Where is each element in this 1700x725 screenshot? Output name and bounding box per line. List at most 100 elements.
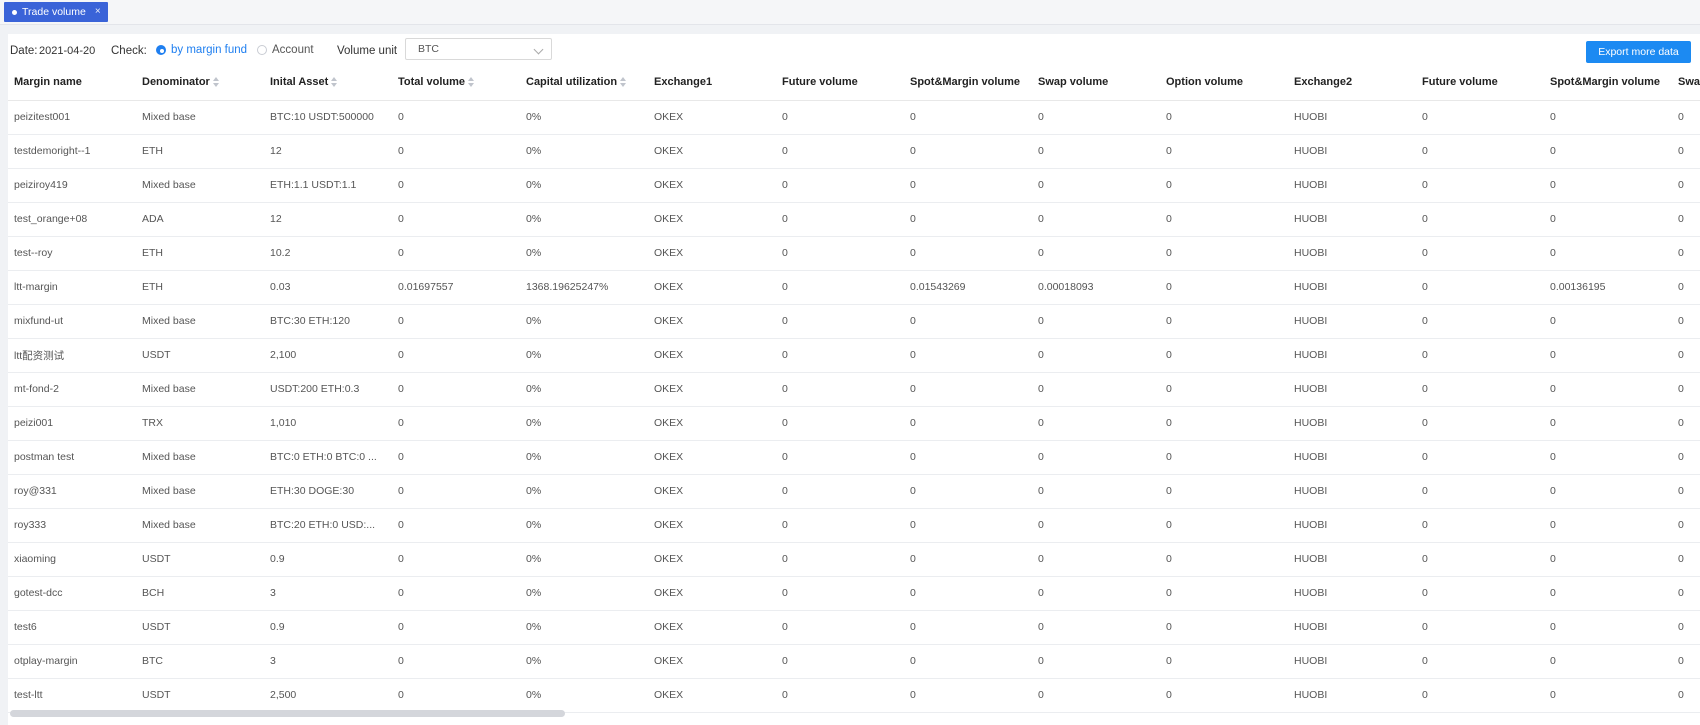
table-cell: 0 bbox=[1544, 576, 1672, 611]
volume-unit-select[interactable]: BTC bbox=[405, 38, 552, 60]
table-cell: 0% bbox=[520, 202, 648, 237]
tab-active-dot bbox=[12, 9, 17, 15]
table-cell: 0 bbox=[904, 644, 1032, 679]
check-label: Check: bbox=[111, 45, 147, 57]
column-header[interactable]: Inital Asset bbox=[264, 65, 392, 101]
table-cell: 0 bbox=[904, 610, 1032, 645]
table-cell: 0 bbox=[904, 440, 1032, 475]
table-cell: 0 bbox=[392, 338, 520, 373]
table-cell: 0 bbox=[1416, 678, 1544, 713]
column-header-label: Total volume bbox=[398, 76, 466, 89]
table-cell: 0 bbox=[1160, 678, 1288, 713]
table-cell: 0 bbox=[1672, 440, 1700, 475]
tab-bar: Trade volume × bbox=[0, 0, 1700, 25]
table-cell: 0 bbox=[1416, 440, 1544, 475]
column-header-label: Spot&Margin volume bbox=[910, 76, 1021, 89]
table-cell: 0 bbox=[1544, 542, 1672, 577]
table-cell: 0 bbox=[776, 542, 904, 577]
table-cell: 0.00136195 bbox=[1544, 270, 1672, 305]
table-row: postman test Mixed base BTC:0 ETH:0 BTC:0 … bbox=[8, 440, 1700, 475]
sort-icon[interactable] bbox=[468, 77, 475, 88]
table-cell: 0 bbox=[1032, 134, 1160, 169]
table-cell: 0 bbox=[1160, 542, 1288, 577]
column-header[interactable]: Total volume bbox=[392, 65, 520, 101]
table-cell: roy@331 bbox=[8, 474, 136, 509]
table-cell: 0.01697557 bbox=[392, 270, 520, 305]
radio-by-margin-fund[interactable]: by margin fund bbox=[156, 44, 247, 56]
table-cell: OKEX bbox=[648, 474, 776, 509]
horizontal-scrollbar[interactable] bbox=[10, 710, 565, 717]
table-cell: 0 bbox=[1032, 406, 1160, 441]
table-cell: 0% bbox=[520, 440, 648, 475]
main-panel: Date: 2021-04-20 Check: by margin fund A… bbox=[8, 34, 1700, 725]
table-cell: 0 bbox=[1416, 508, 1544, 543]
column-header-label: Future volume bbox=[1422, 76, 1498, 89]
table-cell: 0% bbox=[520, 474, 648, 509]
column-header-label: Margin name bbox=[14, 76, 82, 89]
sort-icon[interactable] bbox=[331, 77, 338, 88]
table-cell: ETH bbox=[136, 270, 264, 305]
table-cell: xiaoming bbox=[8, 542, 136, 577]
table-cell: 0 bbox=[1672, 406, 1700, 441]
table-cell: 0.01543269 bbox=[904, 270, 1032, 305]
table-cell: ltt配资测试 bbox=[8, 338, 136, 373]
export-button[interactable]: Export more data bbox=[1586, 41, 1691, 63]
table-cell: 0 bbox=[1032, 202, 1160, 237]
table-cell: HUOBI bbox=[1288, 406, 1416, 441]
column-header-label: Swap volume bbox=[1678, 76, 1700, 89]
table-cell: 0 bbox=[776, 474, 904, 509]
table-cell: 0 bbox=[1544, 338, 1672, 373]
table-cell: testdemoright--1 bbox=[8, 134, 136, 169]
column-header: Spot&Margin volume bbox=[1544, 65, 1672, 101]
table-row: peizitest001 Mixed base BTC:10 USDT:500000… bbox=[8, 100, 1700, 135]
table-cell: BTC:10 USDT:500000 bbox=[264, 100, 392, 135]
column-header-label: Capital utilization bbox=[526, 76, 618, 89]
date-label: Date: bbox=[10, 45, 38, 57]
table-cell: 0 bbox=[392, 474, 520, 509]
table-cell: test-ltt bbox=[8, 678, 136, 713]
table-cell: 1,010 bbox=[264, 406, 392, 441]
table-cell: 0.9 bbox=[264, 542, 392, 577]
table-cell: USDT bbox=[136, 542, 264, 577]
table-cell: OKEX bbox=[648, 270, 776, 305]
table-cell: 2,100 bbox=[264, 338, 392, 373]
table-cell: OKEX bbox=[648, 202, 776, 237]
table-cell: Mixed base bbox=[136, 304, 264, 339]
table-cell: 0 bbox=[392, 236, 520, 271]
table-cell: 0 bbox=[1032, 576, 1160, 611]
tab-trade-volume[interactable]: Trade volume × bbox=[4, 2, 108, 22]
radio-account[interactable]: Account bbox=[257, 44, 314, 56]
close-icon[interactable]: × bbox=[95, 2, 101, 22]
table-cell: 0 bbox=[1416, 644, 1544, 679]
sort-icon[interactable] bbox=[212, 77, 219, 88]
column-header[interactable]: Capital utilization bbox=[520, 65, 648, 101]
column-header-label: Exchange2 bbox=[1294, 76, 1353, 89]
column-header: Option volume bbox=[1160, 65, 1288, 101]
table-cell: OKEX bbox=[648, 576, 776, 611]
table-cell: OKEX bbox=[648, 678, 776, 713]
table-cell: 0 bbox=[1416, 406, 1544, 441]
table-cell: 0 bbox=[1160, 134, 1288, 169]
date-value[interactable]: 2021-04-20 bbox=[39, 45, 95, 57]
table-cell: 0 bbox=[904, 542, 1032, 577]
table-cell: 10.2 bbox=[264, 236, 392, 271]
table-cell: 0 bbox=[1672, 202, 1700, 237]
sort-icon[interactable] bbox=[620, 77, 627, 88]
table-cell: Mixed base bbox=[136, 168, 264, 203]
table-cell: 0 bbox=[904, 134, 1032, 169]
radio-label: Account bbox=[272, 44, 314, 56]
table-cell: 0 bbox=[1416, 270, 1544, 305]
table-cell: 0% bbox=[520, 576, 648, 611]
table-header-row: Margin name Denominator Inital Asset Total … bbox=[8, 65, 1700, 101]
table-cell: HUOBI bbox=[1288, 508, 1416, 543]
table-cell: 0 bbox=[1032, 542, 1160, 577]
table-cell: 2,500 bbox=[264, 678, 392, 713]
table-cell: 0 bbox=[1032, 440, 1160, 475]
table-cell: 0 bbox=[1160, 610, 1288, 645]
data-table-container[interactable]: Margin name Denominator Inital Asset Total … bbox=[8, 65, 1700, 725]
column-header[interactable]: Denominator bbox=[136, 65, 264, 101]
column-header-label: Option volume bbox=[1166, 76, 1243, 89]
table-cell: 0 bbox=[776, 202, 904, 237]
table-cell: 0 bbox=[1160, 440, 1288, 475]
table-cell: 0 bbox=[1416, 202, 1544, 237]
